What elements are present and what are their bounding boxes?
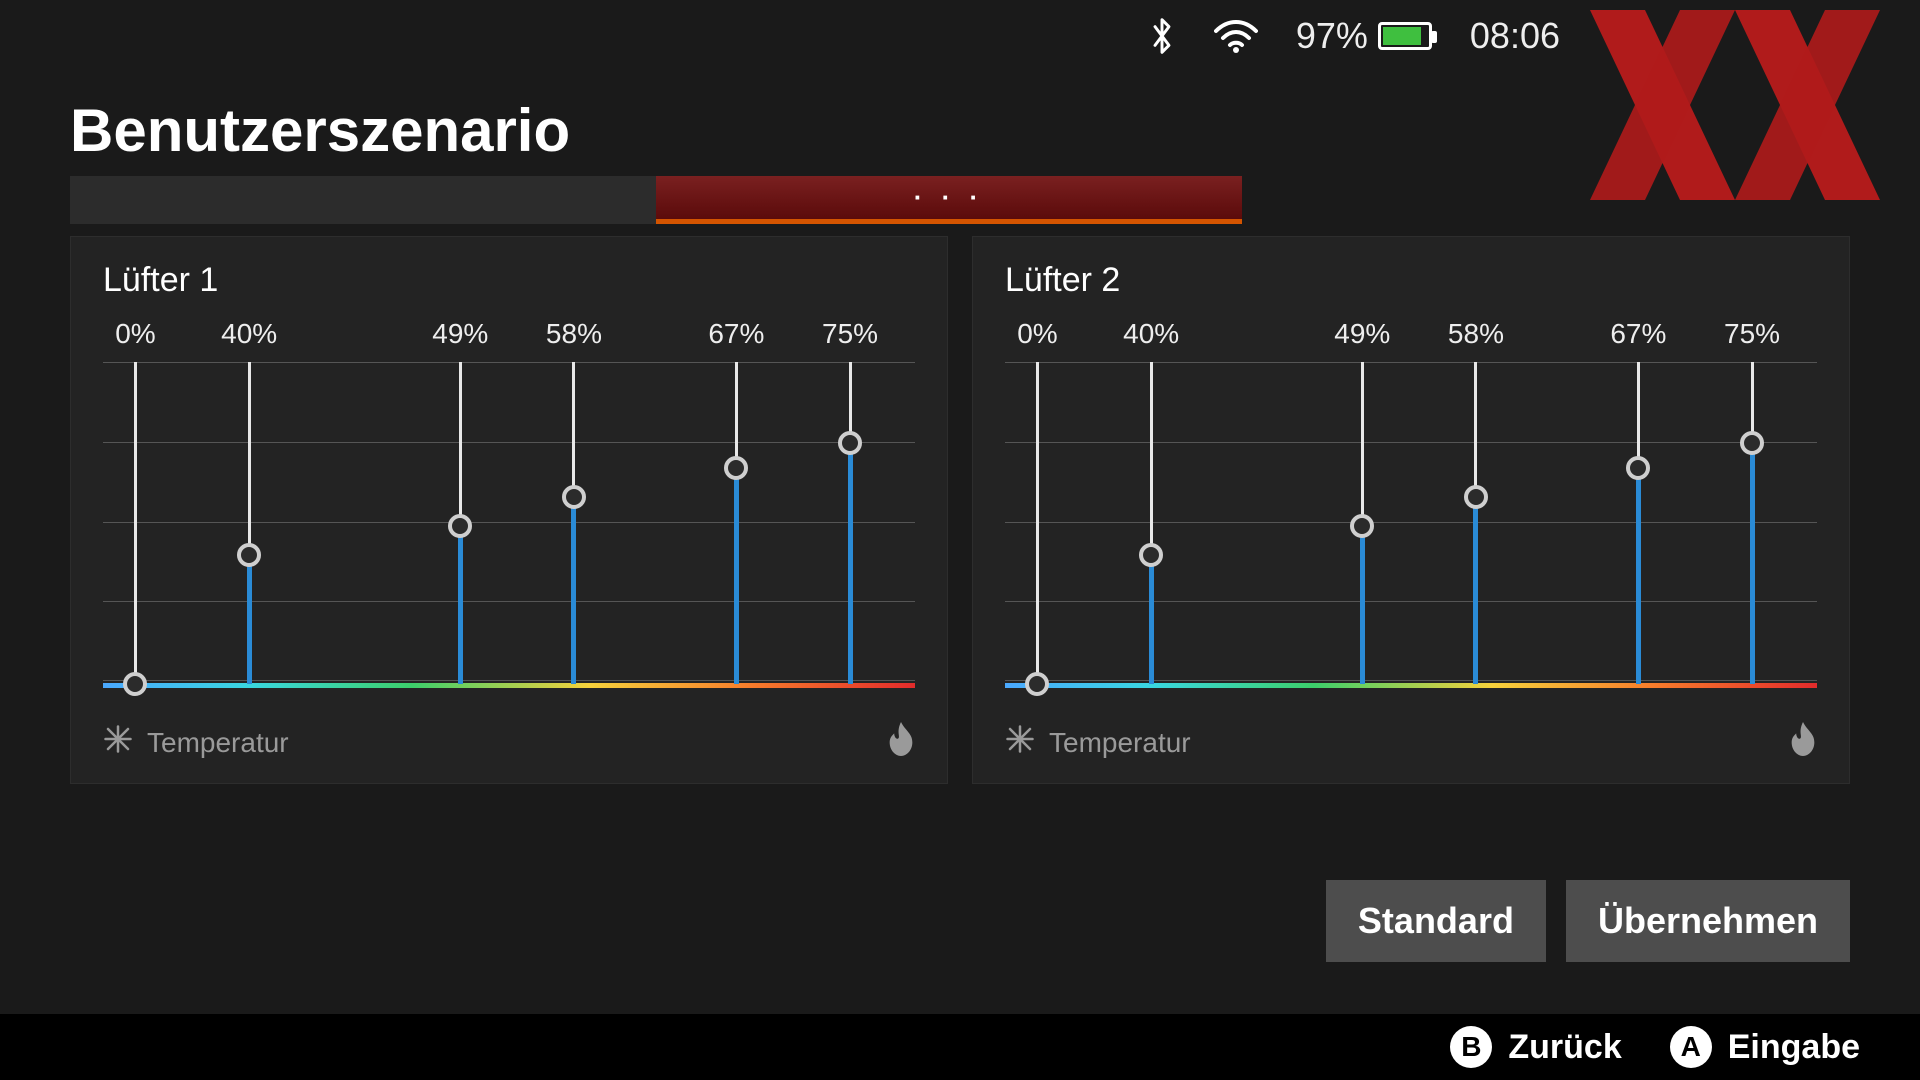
fan2-chart[interactable]: 0% 40% 49% 58% 67% 75% (1005, 310, 1817, 710)
slider-fill (848, 443, 853, 685)
fan2-point-label: 49% (1334, 318, 1390, 350)
fan2-slider-handle-0[interactable] (1025, 672, 1049, 696)
enter-hint: A Eingabe (1670, 1026, 1860, 1068)
user-scenario-tab-1[interactable] (70, 176, 656, 224)
fan1-point-label: 75% (822, 318, 878, 350)
fan2-temp-label: Temperatur (1049, 727, 1191, 759)
battery-status: 97% (1296, 15, 1432, 57)
slider-fill (458, 526, 463, 684)
fan1-point-label: 58% (546, 318, 602, 350)
slider-fill (1636, 468, 1641, 684)
fan2-slider-handle-1[interactable] (1139, 543, 1163, 567)
clock: 08:06 (1470, 15, 1560, 57)
slider-fill (1149, 555, 1154, 684)
fan2-point-label: 58% (1448, 318, 1504, 350)
a-key-icon: A (1670, 1026, 1712, 1068)
standard-button[interactable]: Standard (1326, 880, 1546, 962)
fan2-slider-handle-2[interactable] (1350, 514, 1374, 538)
battery-pct: 97% (1296, 15, 1368, 57)
fan2-title: Lüfter 2 (1005, 261, 1817, 300)
wifi-icon (1214, 19, 1258, 53)
fan1-slider-handle-4[interactable] (724, 456, 748, 480)
fan2-footer: Temperatur (1005, 722, 1817, 763)
flame-icon (887, 722, 915, 763)
slider-fill (571, 497, 576, 684)
page-title: Benutzerszenario (70, 96, 570, 165)
fan1-point-label: 0% (115, 318, 155, 350)
fan2-point-label: 0% (1017, 318, 1057, 350)
bottom-hint-bar: B Zurück A Eingabe (0, 1014, 1920, 1080)
fan2-slider-handle-5[interactable] (1740, 431, 1764, 455)
slider-fill (734, 468, 739, 684)
snowflake-icon (1005, 724, 1035, 761)
fan1-title: Lüfter 1 (103, 261, 915, 300)
fan2-point-label: 40% (1123, 318, 1179, 350)
fan1-point-label: 67% (708, 318, 764, 350)
slider-fill (1360, 526, 1365, 684)
fan2-panel: Lüfter 2 0% 40% 49% 58% 67% 75% Temperatur (972, 236, 1850, 784)
fan2-point-label: 67% (1610, 318, 1666, 350)
fan1-slider-handle-1[interactable] (237, 543, 261, 567)
tab-strip: · · · (70, 176, 1242, 224)
user-scenario-tab-2[interactable]: · · · (656, 176, 1242, 224)
fan1-chart[interactable]: 0% 40% 49% 58% 67% 75% (103, 310, 915, 710)
enter-label: Eingabe (1728, 1028, 1860, 1067)
slider-track (134, 362, 137, 684)
back-hint: B Zurück (1450, 1026, 1621, 1068)
snowflake-icon (103, 724, 133, 761)
fan2-point-label: 75% (1724, 318, 1780, 350)
apply-button[interactable]: Übernehmen (1566, 880, 1850, 962)
slider-fill (1473, 497, 1478, 684)
fan1-slider-handle-5[interactable] (838, 431, 862, 455)
fan1-point-label: 49% (432, 318, 488, 350)
fan1-slider-handle-3[interactable] (562, 485, 586, 509)
status-bar: 97% 08:06 (0, 0, 1920, 72)
fan1-point-label: 40% (221, 318, 277, 350)
fan2-slider-handle-4[interactable] (1626, 456, 1650, 480)
action-buttons: Standard Übernehmen (1326, 880, 1850, 962)
slider-fill (1750, 443, 1755, 685)
back-label: Zurück (1508, 1028, 1621, 1067)
fan1-temp-label: Temperatur (147, 727, 289, 759)
battery-icon (1378, 22, 1432, 50)
fan1-panel: Lüfter 1 0% 40% 49% 58% 67% 75% Temperatur (70, 236, 948, 784)
b-key-icon: B (1450, 1026, 1492, 1068)
slider-fill (247, 555, 252, 684)
fan2-slider-handle-3[interactable] (1464, 485, 1488, 509)
fan-panels: Lüfter 1 0%40%49%58%67%75% Temperatur L (70, 236, 1850, 784)
fan1-slider-handle-0[interactable] (123, 672, 147, 696)
fan1-slider-handle-2[interactable] (448, 514, 472, 538)
flame-icon (1789, 722, 1817, 763)
slider-track (1036, 362, 1039, 684)
fan1-footer: Temperatur (103, 722, 915, 763)
bluetooth-icon (1148, 16, 1176, 56)
